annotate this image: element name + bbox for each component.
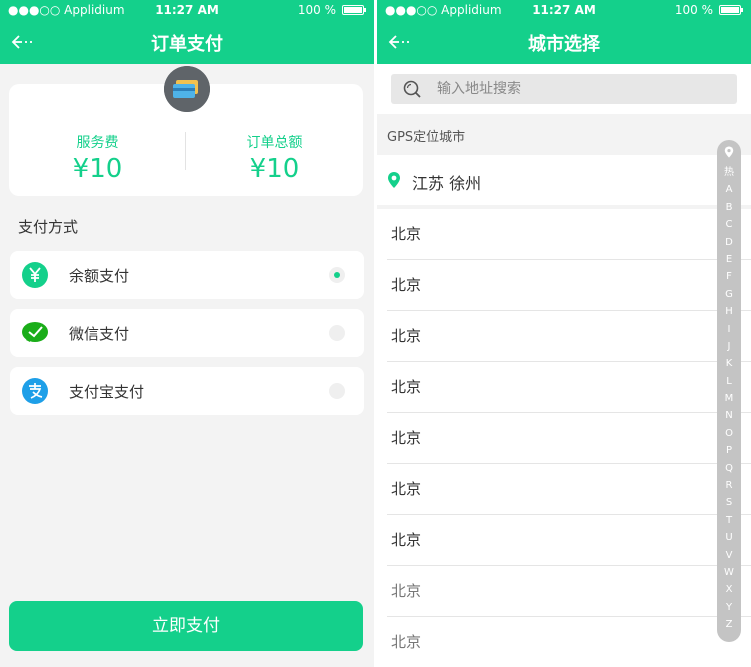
index-letter[interactable]: N <box>717 407 741 424</box>
radio-unselected[interactable] <box>329 325 345 341</box>
index-letter[interactable]: X <box>717 581 741 598</box>
index-letter[interactable]: I <box>717 321 741 338</box>
battery-icon <box>719 5 743 15</box>
credit-card-icon <box>164 66 210 112</box>
index-letter[interactable]: T <box>717 512 741 529</box>
index-letter[interactable]: V <box>717 547 741 564</box>
city-item[interactable]: 北京 <box>387 617 751 667</box>
index-letter[interactable]: W <box>717 564 741 581</box>
payment-option-wechat[interactable]: 微信支付 <box>10 309 364 357</box>
index-letter[interactable]: O <box>717 425 741 442</box>
index-letter[interactable]: S <box>717 494 741 511</box>
order-total-value: ¥10 <box>249 154 300 184</box>
gps-city-row[interactable]: 江苏 徐州 <box>377 155 751 205</box>
index-letter[interactable]: L <box>717 373 741 390</box>
battery-percent: 100 % <box>674 3 713 17</box>
index-letter[interactable]: C <box>717 216 741 233</box>
alipay-icon <box>22 378 48 404</box>
pay-now-button[interactable]: 立即支付 <box>9 601 363 651</box>
city-select-screen: ●●●○○ Applidium 11:27 AM 100 % 城市选择 GPS定… <box>377 0 751 667</box>
city-item[interactable]: 北京 <box>387 413 751 464</box>
city-item[interactable]: 北京 <box>387 260 751 311</box>
city-item[interactable]: 北京 <box>387 464 751 515</box>
payment-option-balance[interactable]: 余额支付 <box>10 251 364 299</box>
index-letter[interactable]: U <box>717 529 741 546</box>
order-total-label: 订单总额 <box>246 135 303 151</box>
status-bar: ●●●○○ Applidium 11:27 AM 100 % <box>0 0 374 20</box>
location-pin-icon[interactable] <box>724 146 734 158</box>
city-list: 北京 北京 北京 北京 北京 北京 北京 北京 北京 <box>377 209 751 667</box>
nav-bar: ●●●○○ Applidium 11:27 AM 100 % 订单支付 <box>0 0 374 64</box>
index-letter[interactable]: G <box>717 286 741 303</box>
battery-status: 100 % <box>297 3 366 17</box>
service-fee-block: 服务费 ¥10 <box>9 132 186 184</box>
payment-screen: ●●●○○ Applidium 11:27 AM 100 % 订单支付 服务费 … <box>0 0 374 667</box>
index-letter[interactable]: E <box>717 251 741 268</box>
battery-percent: 100 % <box>297 3 336 17</box>
search-icon <box>403 80 421 98</box>
location-pin-icon <box>388 172 400 188</box>
index-letter[interactable]: Z <box>717 616 741 633</box>
gps-city-name: 江苏 徐州 <box>412 174 482 193</box>
payment-method-label: 支付方式 <box>18 218 79 236</box>
index-letter[interactable]: 热 <box>717 164 741 181</box>
city-item[interactable]: 北京 <box>387 566 751 617</box>
index-letter[interactable]: B <box>717 199 741 216</box>
index-letter[interactable]: F <box>717 268 741 285</box>
search-box[interactable] <box>391 74 737 104</box>
payment-option-label: 余额支付 <box>69 267 130 285</box>
page-title: 订单支付 <box>151 34 223 55</box>
payment-option-alipay[interactable]: 支付宝支付 <box>10 367 364 415</box>
index-letter[interactable]: K <box>717 355 741 372</box>
radio-unselected[interactable] <box>329 383 345 399</box>
index-letter[interactable]: Q <box>717 460 741 477</box>
nav-bar: ●●●○○ Applidium 11:27 AM 100 % 城市选择 <box>377 0 751 64</box>
payment-option-label: 微信支付 <box>69 325 130 343</box>
index-letter[interactable]: P <box>717 442 741 459</box>
index-letter[interactable]: J <box>717 338 741 355</box>
index-letter[interactable]: H <box>717 303 741 320</box>
service-fee-value: ¥10 <box>72 154 123 184</box>
city-item[interactable]: 北京 <box>387 515 751 566</box>
search-bar <box>377 64 751 114</box>
gps-section-label: GPS定位城市 <box>387 130 466 145</box>
status-bar: ●●●○○ Applidium 11:27 AM 100 % <box>377 0 751 20</box>
wechat-icon <box>22 322 48 342</box>
index-letter[interactable]: A <box>717 181 741 198</box>
order-total-block: 订单总额 ¥10 <box>186 132 363 184</box>
index-letters: 热ABCDEFGHIJKLMNOPQRSTUVWXYZ <box>717 164 741 634</box>
index-letter[interactable]: Y <box>717 599 741 616</box>
battery-icon <box>342 5 366 15</box>
city-item[interactable]: 北京 <box>387 362 751 413</box>
payment-option-label: 支付宝支付 <box>69 383 145 401</box>
service-fee-label: 服务费 <box>76 135 119 151</box>
city-item[interactable]: 北京 <box>387 311 751 362</box>
alphabet-index-bar[interactable]: 热ABCDEFGHIJKLMNOPQRSTUVWXYZ <box>717 140 741 642</box>
yuan-balance-icon <box>22 262 48 288</box>
city-item[interactable]: 北京 <box>387 209 751 260</box>
index-letter[interactable]: M <box>717 390 741 407</box>
index-letter[interactable]: D <box>717 234 741 251</box>
page-title: 城市选择 <box>528 34 600 55</box>
index-letter[interactable]: R <box>717 477 741 494</box>
radio-selected[interactable] <box>329 267 345 283</box>
search-input[interactable] <box>437 74 717 104</box>
battery-status: 100 % <box>674 3 743 17</box>
